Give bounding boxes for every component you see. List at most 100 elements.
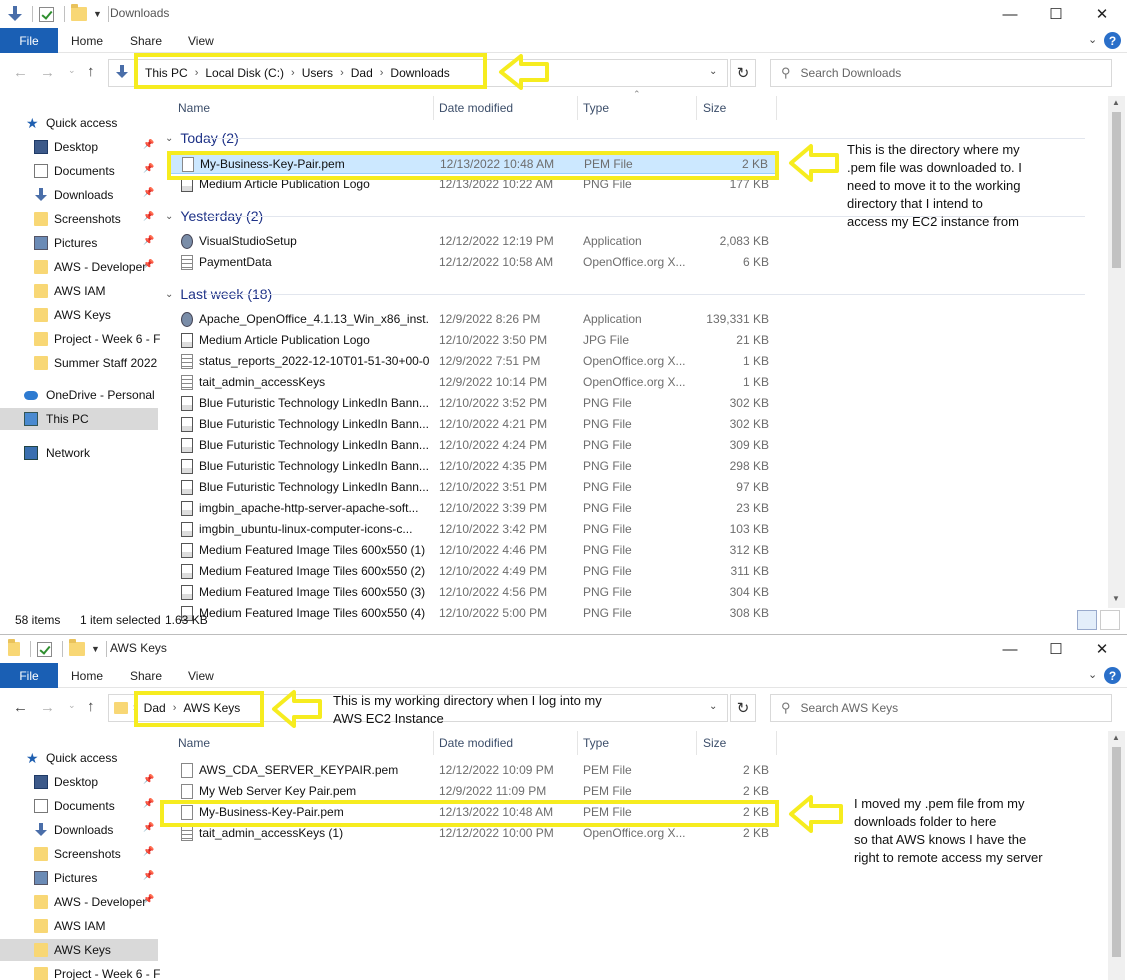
pin-icon[interactable]: 📌 [143, 846, 154, 857]
search-input[interactable]: ⚲ Search AWS Keys [770, 694, 1112, 722]
pin-icon[interactable]: 📌 [143, 894, 154, 905]
scroll-thumb[interactable] [1112, 747, 1121, 957]
breadcrumb-downloads[interactable]: Downloads [390, 66, 449, 80]
sidebar-item-aws-developer[interactable]: AWS - Developer 📌 [0, 891, 158, 913]
pin-icon[interactable]: 📌 [143, 187, 154, 198]
tab-view[interactable]: View [188, 669, 214, 683]
expand-ribbon-chevron-icon[interactable]: ⌄ [1088, 668, 1097, 681]
column-divider[interactable] [776, 96, 777, 120]
tab-share[interactable]: Share [130, 669, 162, 683]
pin-icon[interactable]: 📌 [143, 211, 154, 222]
column-name[interactable]: Name [178, 101, 210, 115]
sidebar-item-network[interactable]: Network [0, 442, 158, 464]
column-divider[interactable] [577, 96, 578, 120]
column-divider[interactable] [577, 731, 578, 755]
maximize-button[interactable]: ☐ [1033, 635, 1079, 663]
vertical-scrollbar[interactable]: ▲ ▼ [1108, 96, 1125, 608]
file-row[interactable]: Medium Article Publication Logo 12/13/202… [170, 174, 778, 195]
collapse-chevron-icon[interactable]: ⌄ [165, 289, 173, 300]
breadcrumb-this-pc[interactable]: This PC [145, 66, 188, 80]
pin-icon[interactable]: 📌 [143, 163, 154, 174]
forward-arrow-icon[interactable]: → [40, 64, 55, 81]
tab-view[interactable]: View [188, 34, 214, 48]
tab-home[interactable]: Home [71, 34, 103, 48]
file-row[interactable]: PaymentData 12/12/2022 10:58 AM OpenOffice… [170, 252, 778, 273]
expand-ribbon-chevron-icon[interactable]: ⌄ [1088, 33, 1097, 46]
address-dropdown-icon[interactable]: ⌄ [709, 701, 717, 712]
sidebar-item-desktop[interactable]: Desktop 📌 [0, 136, 158, 158]
maximize-button[interactable]: ☐ [1033, 0, 1079, 28]
chevron-down-icon[interactable]: ▼ [91, 644, 100, 654]
sidebar-item-pictures[interactable]: Pictures 📌 [0, 867, 158, 889]
address-bar[interactable]: This PC › Local Disk (C:) › Users › Dad › Do… [108, 59, 728, 87]
file-row[interactable]: imgbin_apache-http-server-apache-soft...… [170, 498, 778, 519]
breadcrumb-separator-icon[interactable]: › [291, 67, 295, 79]
pin-icon[interactable]: 📌 [143, 139, 154, 150]
sidebar-item-aws-keys[interactable]: AWS Keys [0, 939, 158, 961]
sidebar-item-screenshots[interactable]: Screenshots 📌 [0, 843, 158, 865]
pin-icon[interactable]: 📌 [143, 870, 154, 881]
sidebar-item-aws-developer[interactable]: AWS - Developer 📌 [0, 256, 158, 278]
tab-home[interactable]: Home [71, 669, 103, 683]
sidebar-item-downloads[interactable]: Downloads 📌 [0, 819, 158, 841]
new-folder-icon[interactable] [69, 639, 85, 656]
pin-icon[interactable]: 📌 [143, 774, 154, 785]
close-button[interactable]: ✕ [1079, 0, 1125, 28]
help-button[interactable]: ? [1104, 667, 1121, 684]
file-row[interactable]: Medium Featured Image Tiles 600x550 (1) 1… [170, 540, 778, 561]
pin-icon[interactable]: 📌 [143, 259, 154, 270]
sidebar-item-project-week-6-f[interactable]: Project - Week 6 - F [0, 328, 160, 350]
column-divider[interactable] [696, 96, 697, 120]
sidebar-item-quick-access[interactable]: ★ Quick access [0, 112, 158, 134]
sidebar-item-screenshots[interactable]: Screenshots 📌 [0, 208, 158, 230]
minimize-button[interactable]: — [987, 635, 1033, 663]
tab-file[interactable]: File [0, 663, 58, 688]
sidebar-item-aws-iam[interactable]: AWS IAM [0, 280, 158, 302]
column-size[interactable]: Size [703, 736, 726, 750]
scroll-thumb[interactable] [1112, 112, 1121, 268]
breadcrumb-separator-icon[interactable]: › [195, 67, 199, 79]
column-size[interactable]: Size [703, 101, 726, 115]
up-arrow-icon[interactable]: ↑ [87, 63, 95, 80]
breadcrumb-separator-icon[interactable]: › [380, 67, 384, 79]
details-view-button[interactable] [1077, 610, 1097, 630]
file-row[interactable]: My-Business-Key-Pair.pem 12/13/2022 10:48… [170, 802, 778, 823]
file-row[interactable]: imgbin_ubuntu-linux-computer-icons-c... 1… [170, 519, 778, 540]
column-name[interactable]: Name [178, 736, 210, 750]
back-arrow-icon[interactable]: ← [13, 699, 28, 716]
breadcrumb-separator-icon[interactable]: › [173, 702, 177, 714]
column-type[interactable]: Type [583, 101, 609, 115]
sidebar-item-documents[interactable]: Documents 📌 [0, 160, 158, 182]
address-dropdown-icon[interactable]: ⌄ [709, 66, 717, 77]
group-header[interactable]: ⌄ Last week (18) [165, 284, 1085, 304]
pin-icon[interactable]: 📌 [143, 798, 154, 809]
file-row[interactable]: Blue Futuristic Technology LinkedIn Bann… [170, 393, 778, 414]
group-header[interactable]: ⌄ Today (2) [165, 128, 1085, 148]
file-row[interactable]: My Web Server Key Pair.pem 12/9/2022 11:0… [170, 781, 778, 802]
collapse-chevron-icon[interactable]: ⌄ [165, 133, 173, 144]
recent-locations-chevron-icon[interactable]: ⌄ [68, 700, 76, 711]
file-row[interactable]: Blue Futuristic Technology LinkedIn Bann… [170, 456, 778, 477]
sidebar-item-downloads[interactable]: Downloads 📌 [0, 184, 158, 206]
file-row[interactable]: Medium Featured Image Tiles 600x550 (3) 1… [170, 582, 778, 603]
tab-share[interactable]: Share [130, 34, 162, 48]
sidebar-item-onedrive-personal[interactable]: OneDrive - Personal [0, 384, 158, 406]
properties-check-icon[interactable] [39, 6, 54, 22]
sidebar-item-quick-access[interactable]: ★ Quick access [0, 747, 158, 769]
vertical-scrollbar[interactable]: ▲ [1108, 731, 1125, 980]
file-row[interactable]: status_reports_2022-12-10T01-51-30+00-00… [170, 351, 778, 372]
large-icons-view-button[interactable] [1100, 610, 1120, 630]
properties-check-icon[interactable] [37, 641, 52, 657]
file-row[interactable]: My-Business-Key-Pair.pem 12/13/2022 10:48… [170, 153, 778, 174]
column-divider[interactable] [696, 731, 697, 755]
search-input[interactable]: ⚲ Search Downloads [770, 59, 1112, 87]
file-row[interactable]: tait_admin_accessKeys (1) 12/12/2022 10:0… [170, 823, 778, 844]
column-divider[interactable] [433, 731, 434, 755]
sidebar-item-documents[interactable]: Documents 📌 [0, 795, 158, 817]
file-row[interactable]: AWS_CDA_SERVER_KEYPAIR.pem 12/12/2022 10:… [170, 760, 778, 781]
pin-icon[interactable]: 📌 [143, 822, 154, 833]
file-row[interactable]: VisualStudioSetup 12/12/2022 12:19 PM Appl… [170, 231, 778, 252]
file-row[interactable]: Blue Futuristic Technology LinkedIn Bann… [170, 435, 778, 456]
file-row[interactable]: Blue Futuristic Technology LinkedIn Bann… [170, 414, 778, 435]
tab-file[interactable]: File [0, 28, 58, 53]
